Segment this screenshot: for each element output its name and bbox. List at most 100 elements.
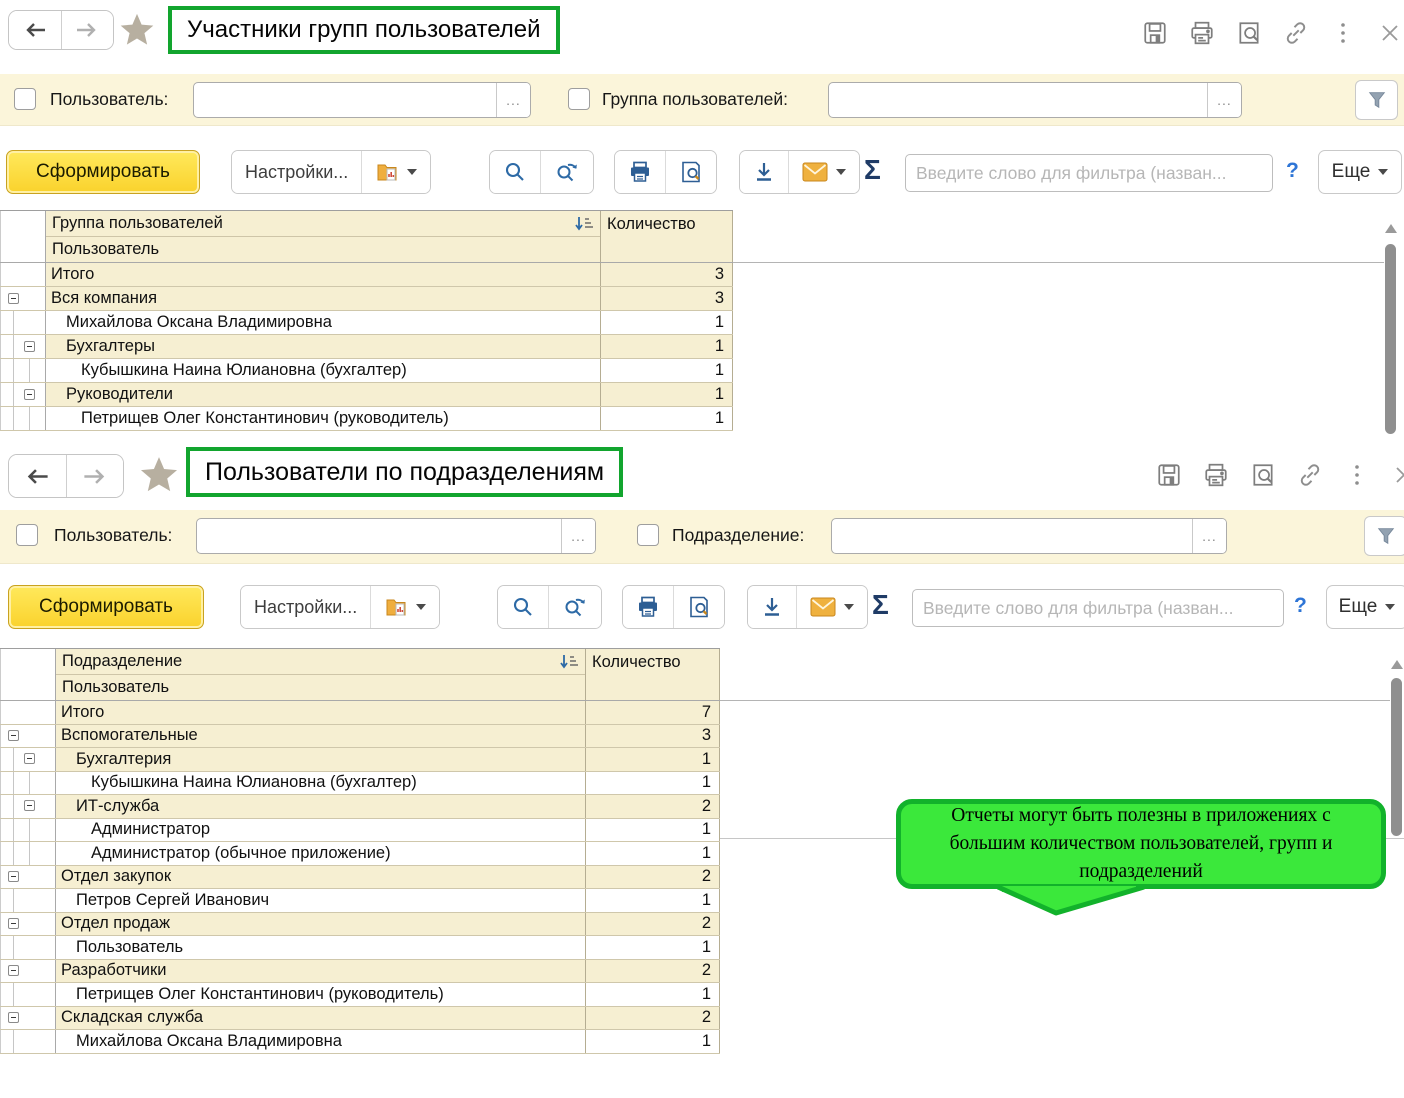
user-filter-input[interactable]: [197, 519, 561, 553]
table-row[interactable]: Петрищев Олег Константинович (руководите…: [0, 983, 720, 1007]
back-button[interactable]: [9, 11, 61, 49]
column-header-department[interactable]: Подразделение: [62, 652, 182, 671]
favorite-star-icon[interactable]: [118, 11, 156, 49]
table-row[interactable]: Разработчики2: [0, 960, 720, 984]
print-preview-button[interactable]: [673, 586, 724, 628]
department-filter-checkbox[interactable]: [637, 524, 659, 546]
print-report-button[interactable]: [623, 586, 673, 628]
table-row[interactable]: Михайлова Оксана Владимировна1: [0, 311, 733, 335]
link-icon[interactable]: [1283, 20, 1309, 46]
table-row[interactable]: Михайлова Оксана Владимировна1: [0, 1030, 720, 1054]
scrollbar-thumb[interactable]: [1385, 244, 1396, 434]
send-email-button[interactable]: [796, 586, 867, 628]
column-header-user[interactable]: Пользователь: [56, 675, 585, 700]
forward-button[interactable]: [66, 455, 124, 497]
preview-icon[interactable]: [1236, 20, 1262, 46]
totals-sigma-button[interactable]: Σ: [872, 589, 889, 621]
print-preview-button[interactable]: [665, 151, 716, 193]
table-row[interactable]: Бухгалтерия1: [0, 748, 720, 772]
user-filter-input[interactable]: [194, 83, 496, 117]
favorite-star-icon[interactable]: [138, 454, 176, 492]
choose-button[interactable]: ...: [496, 83, 530, 117]
filter-settings-button[interactable]: [1355, 80, 1398, 120]
collapse-icon[interactable]: [8, 1012, 19, 1023]
scrollbar-thumb[interactable]: [1391, 678, 1402, 836]
back-button[interactable]: [9, 455, 66, 497]
generate-button[interactable]: Сформировать: [6, 150, 200, 194]
table-row[interactable]: Вся компания3: [0, 287, 733, 311]
print-icon[interactable]: [1203, 462, 1229, 488]
column-header-count[interactable]: Количество: [585, 649, 720, 700]
collapse-icon[interactable]: [24, 389, 35, 400]
save-icon[interactable]: [1142, 20, 1168, 46]
collapse-icon[interactable]: [8, 965, 19, 976]
table-row[interactable]: Руководители1: [0, 383, 733, 407]
more-dots-icon[interactable]: [1344, 462, 1370, 488]
more-dots-icon[interactable]: [1330, 20, 1356, 46]
save-result-button[interactable]: [748, 586, 796, 628]
settings-button[interactable]: Настройки...: [232, 151, 361, 193]
print-report-button[interactable]: [615, 151, 665, 193]
find-button[interactable]: [490, 151, 540, 193]
forward-button[interactable]: [61, 11, 114, 49]
vertical-scrollbar[interactable]: [1390, 654, 1404, 840]
more-actions-button[interactable]: Еще: [1326, 585, 1404, 629]
scroll-up-icon[interactable]: [1385, 218, 1397, 233]
help-button[interactable]: ?: [1294, 594, 1307, 618]
close-icon[interactable]: [1377, 20, 1403, 46]
close-icon[interactable]: [1391, 462, 1404, 488]
table-row[interactable]: Администратор (обычное приложение)1: [0, 842, 720, 866]
user-filter-checkbox[interactable]: [16, 524, 38, 546]
choose-button[interactable]: ...: [1207, 83, 1241, 117]
help-button[interactable]: ?: [1286, 159, 1299, 183]
user-filter-checkbox[interactable]: [14, 88, 36, 110]
collapse-icon[interactable]: [8, 730, 19, 741]
table-row[interactable]: ИТ-служба2: [0, 795, 720, 819]
vertical-scrollbar[interactable]: [1384, 218, 1398, 440]
quick-filter-input[interactable]: [912, 589, 1284, 627]
table-row[interactable]: Кубышкина Наина Юлиановна (бухгалтер)1: [0, 359, 733, 383]
group-filter-input[interactable]: [829, 83, 1207, 117]
scroll-up-icon[interactable]: [1391, 654, 1403, 669]
collapse-icon[interactable]: [8, 871, 19, 882]
table-row[interactable]: Итого7: [0, 701, 720, 725]
link-icon[interactable]: [1297, 462, 1323, 488]
send-email-button[interactable]: [788, 151, 859, 193]
save-result-button[interactable]: [740, 151, 788, 193]
table-row[interactable]: Итого3: [0, 263, 733, 287]
table-row[interactable]: Петрищев Олег Константинович (руководите…: [0, 407, 733, 431]
collapse-icon[interactable]: [8, 293, 19, 304]
table-row[interactable]: Вспомогательные3: [0, 725, 720, 749]
collapse-icon[interactable]: [24, 800, 35, 811]
print-icon[interactable]: [1189, 20, 1215, 46]
cancel-search-button[interactable]: [540, 151, 593, 193]
collapse-icon[interactable]: [8, 918, 19, 929]
collapse-icon[interactable]: [24, 341, 35, 352]
cancel-search-button[interactable]: [548, 586, 601, 628]
totals-sigma-button[interactable]: Σ: [864, 154, 881, 186]
preview-icon[interactable]: [1250, 462, 1276, 488]
column-header-group[interactable]: Группа пользователей: [52, 214, 223, 233]
report-variants-button[interactable]: [361, 151, 430, 193]
save-icon[interactable]: [1156, 462, 1182, 488]
sort-descending-icon[interactable]: [559, 653, 579, 676]
choose-button[interactable]: ...: [561, 519, 595, 553]
department-filter-input[interactable]: [832, 519, 1192, 553]
filter-settings-button[interactable]: [1364, 516, 1404, 556]
choose-button[interactable]: ...: [1192, 519, 1226, 553]
table-row[interactable]: Администратор1: [0, 819, 720, 843]
generate-button[interactable]: Сформировать: [8, 585, 204, 629]
collapse-icon[interactable]: [24, 753, 35, 764]
column-header-user[interactable]: Пользователь: [46, 237, 600, 262]
find-button[interactable]: [498, 586, 548, 628]
group-filter-checkbox[interactable]: [568, 88, 590, 110]
table-row[interactable]: Кубышкина Наина Юлиановна (бухгалтер)1: [0, 772, 720, 796]
sort-descending-icon[interactable]: [574, 215, 594, 238]
report-variants-button[interactable]: [370, 586, 439, 628]
table-row[interactable]: Отдел закупок2: [0, 866, 720, 890]
more-actions-button[interactable]: Еще: [1318, 150, 1402, 194]
quick-filter-input[interactable]: [905, 154, 1273, 192]
column-header-count[interactable]: Количество: [600, 211, 733, 262]
table-row[interactable]: Складская служба2: [0, 1007, 720, 1031]
table-row[interactable]: Бухгалтеры1: [0, 335, 733, 359]
